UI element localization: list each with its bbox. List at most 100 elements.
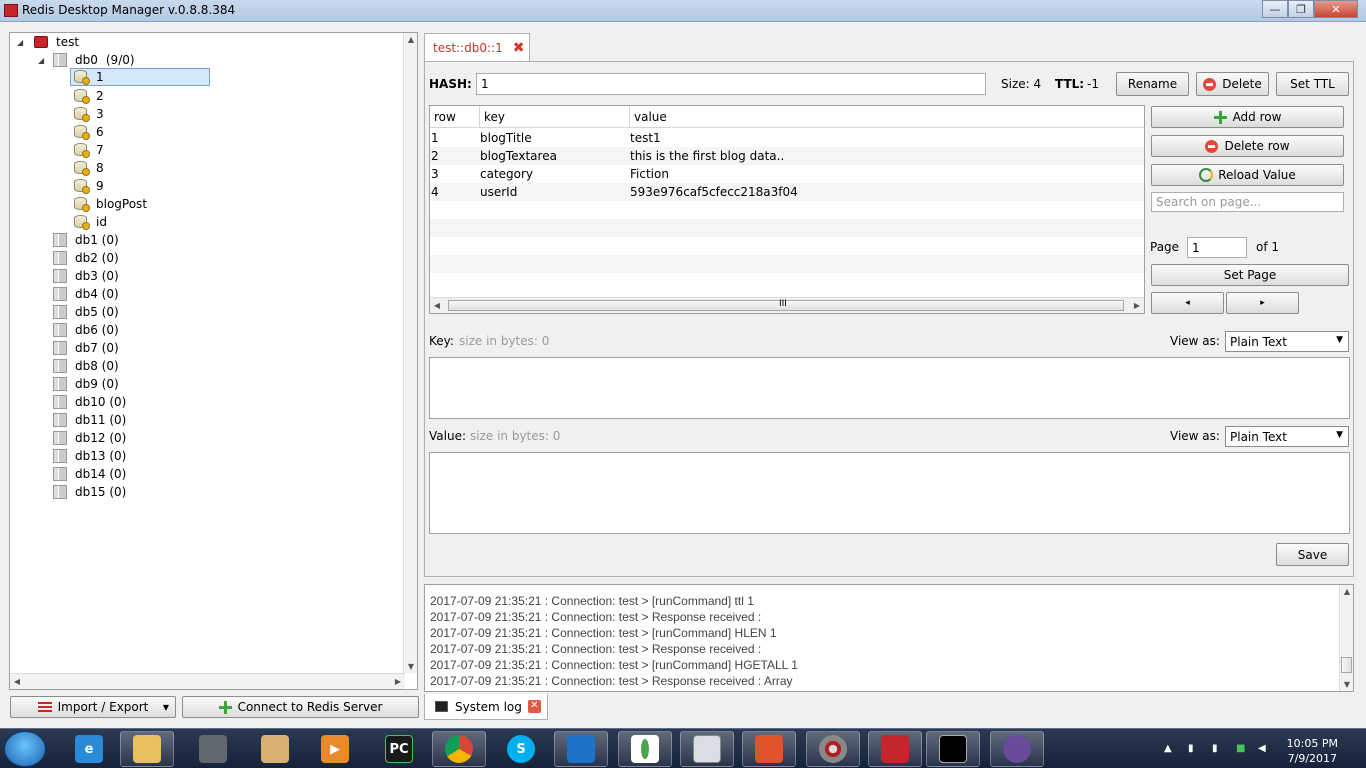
- tree-key[interactable]: 3: [74, 105, 104, 123]
- value-editor-textarea[interactable]: [429, 452, 1350, 534]
- tree-db[interactable]: db15 (0): [53, 483, 126, 501]
- value-view-mode-select[interactable]: Plain Text ▼: [1225, 426, 1349, 447]
- tree-key[interactable]: 7: [74, 141, 104, 159]
- volume-icon[interactable]: ◀: [1258, 743, 1270, 755]
- scroll-up-icon[interactable]: ▲: [1340, 587, 1354, 596]
- taskbar-redis[interactable]: [868, 731, 922, 767]
- scroll-right-icon[interactable]: ▶: [391, 677, 405, 686]
- tree-key[interactable]: id: [74, 213, 107, 231]
- scroll-up-icon[interactable]: ▲: [404, 35, 418, 44]
- reload-value-button[interactable]: Reload Value: [1151, 164, 1344, 186]
- tab-key-view[interactable]: test::db0::1 ✖: [424, 33, 530, 61]
- tree-db[interactable]: db12 (0): [53, 429, 126, 447]
- tree-key[interactable]: 8: [74, 159, 104, 177]
- import-export-button[interactable]: Import / Export ▼: [10, 696, 176, 718]
- table-row[interactable]: 4 userId 593e976caf5cfecc218a3f04: [430, 183, 1144, 201]
- taskbar-app-window[interactable]: [680, 731, 734, 767]
- taskbar-cmd[interactable]: [926, 731, 980, 767]
- search-page-input[interactable]: Search on page...: [1151, 192, 1344, 212]
- close-tab-icon[interactable]: ✖: [513, 40, 525, 56]
- taskbar-pycharm[interactable]: PC: [372, 731, 426, 767]
- hash-table[interactable]: row key value 1 blogTitle test1 2 blogTe…: [429, 105, 1145, 314]
- table-horizontal-scrollbar[interactable]: ◀ III ▶: [430, 297, 1144, 313]
- taskbar-vscode[interactable]: [554, 731, 608, 767]
- connect-server-button[interactable]: Connect to Redis Server: [182, 696, 419, 718]
- scroll-right-icon[interactable]: ▶: [1130, 301, 1144, 310]
- key-view-mode-select[interactable]: Plain Text ▼: [1225, 331, 1349, 352]
- scroll-left-icon[interactable]: ◀: [10, 677, 24, 686]
- scroll-down-icon[interactable]: ▼: [1340, 680, 1354, 689]
- tree-db[interactable]: db7 (0): [53, 339, 119, 357]
- maximize-button[interactable]: ❐: [1288, 0, 1314, 18]
- flag-icon[interactable]: ■: [1236, 743, 1248, 755]
- column-header-key[interactable]: key: [484, 110, 505, 124]
- scroll-down-icon[interactable]: ▼: [404, 662, 418, 671]
- delete-row-button[interactable]: Delete row: [1151, 135, 1344, 157]
- table-row[interactable]: 3 category Fiction: [430, 165, 1144, 183]
- key-name-input[interactable]: 1: [476, 73, 986, 95]
- table-row[interactable]: 1 blogTitle test1: [430, 129, 1144, 147]
- network-icon[interactable]: ▮: [1188, 743, 1200, 755]
- set-ttl-button[interactable]: Set TTL: [1276, 72, 1349, 96]
- log-vertical-scrollbar[interactable]: ▲ ▼: [1339, 585, 1353, 691]
- tree-key[interactable]: 6: [74, 123, 104, 141]
- set-page-button[interactable]: Set Page: [1151, 264, 1349, 286]
- tab-system-log[interactable]: System log ✕: [424, 694, 548, 720]
- taskbar-media-player[interactable]: ▶: [308, 731, 362, 767]
- delete-key-button[interactable]: Delete: [1196, 72, 1269, 96]
- tree-horizontal-scrollbar[interactable]: ◀ ▶: [10, 673, 405, 689]
- device-icon[interactable]: ▮: [1212, 743, 1224, 755]
- tree-db[interactable]: db4 (0): [53, 285, 119, 303]
- tree-db[interactable]: db11 (0): [53, 411, 126, 429]
- next-page-button[interactable]: ▸: [1226, 292, 1299, 314]
- save-button[interactable]: Save: [1276, 543, 1349, 566]
- minimize-button[interactable]: —: [1262, 0, 1288, 18]
- tree-db[interactable]: db6 (0): [53, 321, 119, 339]
- rename-button[interactable]: Rename: [1116, 72, 1189, 96]
- scrollbar-thumb[interactable]: III: [448, 299, 1124, 311]
- tree-db0[interactable]: db0 (9/0): [53, 51, 135, 69]
- connection-tree[interactable]: ◢ test ◢ db0 (9/0) 1 2 3 6 7 8 9 blogPos…: [9, 32, 418, 690]
- table-row[interactable]: 2 blogTextarea this is the first blog da…: [430, 147, 1144, 165]
- scroll-left-icon[interactable]: ◀: [430, 301, 444, 310]
- taskbar-presentation[interactable]: [742, 731, 796, 767]
- close-icon[interactable]: ✕: [527, 700, 541, 713]
- tree-db[interactable]: db14 (0): [53, 465, 126, 483]
- prev-page-button[interactable]: ◂: [1151, 292, 1224, 314]
- close-button[interactable]: ✕: [1314, 0, 1358, 18]
- start-button[interactable]: [4, 731, 46, 767]
- taskbar-scanner[interactable]: [186, 731, 240, 767]
- taskbar-github[interactable]: [990, 731, 1044, 767]
- tree-vertical-scrollbar[interactable]: ▲ ▼: [403, 33, 417, 673]
- collapse-arrow-icon[interactable]: ◢: [17, 38, 25, 47]
- taskbar-chrome[interactable]: [432, 731, 486, 767]
- taskbar-ie[interactable]: e: [62, 731, 116, 767]
- taskbar-skype[interactable]: S: [494, 731, 548, 767]
- collapse-arrow-icon[interactable]: ◢: [38, 56, 46, 65]
- column-header-value[interactable]: value: [634, 110, 667, 124]
- tree-db[interactable]: db8 (0): [53, 357, 119, 375]
- tree-db[interactable]: db13 (0): [53, 447, 126, 465]
- tree-db[interactable]: db9 (0): [53, 375, 119, 393]
- clock[interactable]: 10:05 PM 7/9/2017: [1287, 736, 1338, 766]
- key-editor-textarea[interactable]: [429, 357, 1350, 419]
- tree-db[interactable]: db5 (0): [53, 303, 119, 321]
- tree-server-test[interactable]: test: [34, 33, 79, 51]
- taskbar-disc[interactable]: [806, 731, 860, 767]
- tree-key[interactable]: blogPost: [74, 195, 147, 213]
- page-number-input[interactable]: 1: [1187, 237, 1247, 258]
- column-header-row[interactable]: row: [434, 110, 456, 124]
- taskbar-mongodb[interactable]: [618, 731, 672, 767]
- tree-db[interactable]: db3 (0): [53, 267, 119, 285]
- tree-db[interactable]: db2 (0): [53, 249, 119, 267]
- add-row-button[interactable]: Add row: [1151, 106, 1344, 128]
- tree-db[interactable]: db10 (0): [53, 393, 126, 411]
- tree-key[interactable]: 9: [74, 177, 104, 195]
- tree-key[interactable]: 2: [74, 87, 104, 105]
- chevron-up-icon[interactable]: ▲: [1164, 743, 1176, 755]
- scrollbar-thumb[interactable]: [1341, 657, 1352, 673]
- tree-key[interactable]: 1: [70, 68, 210, 86]
- taskbar-mail[interactable]: [248, 731, 302, 767]
- tree-db[interactable]: db1 (0): [53, 231, 119, 249]
- taskbar-explorer[interactable]: [120, 731, 174, 767]
